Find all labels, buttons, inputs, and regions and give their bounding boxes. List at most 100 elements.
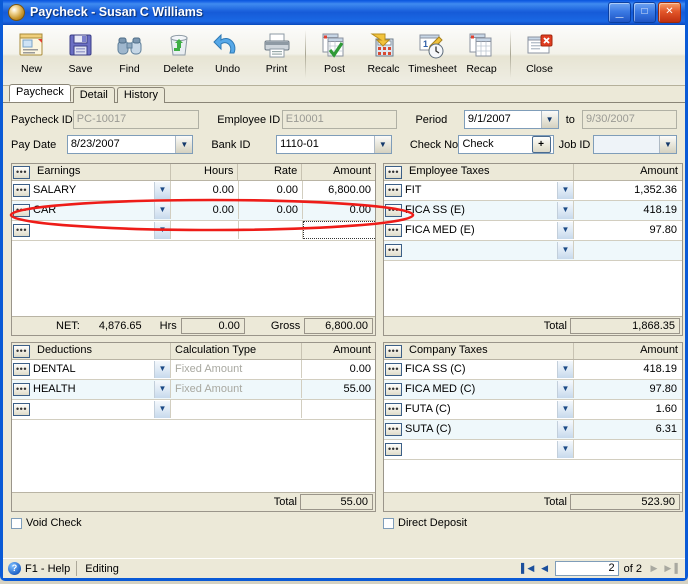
deductions-name-cell[interactable]: ••• ▼ [12,400,171,418]
toolbar-button-recap[interactable]: Recap [457,28,506,75]
toolbar-button-close[interactable]: Close [515,28,564,75]
tab-history[interactable]: History [116,87,166,103]
chevron-down-icon[interactable]: ▼ [557,181,573,199]
company-taxes-name-cell[interactable]: ••• FUTA (C) ▼ [384,400,574,418]
company-taxes-row-fica-ss[interactable]: ••• FICA SS (C) ▼ 418.19 [384,360,682,380]
chevron-down-icon[interactable]: ▼ [557,440,573,458]
company-taxes-name-cell[interactable]: ••• FICA SS (C) ▼ [384,360,574,378]
direct-deposit-checkbox[interactable] [383,517,394,529]
chevron-down-icon[interactable]: ▼ [540,111,558,128]
earnings-rate-new[interactable] [239,221,303,239]
chevron-down-icon[interactable]: ▼ [557,201,573,219]
company-taxes-amount-suta[interactable]: 6.31 [574,420,681,438]
company-taxes-row-new[interactable]: ••• ▼ [384,440,682,460]
company-taxes-amount-futa[interactable]: 1.60 [574,400,681,418]
employee-taxes-row-fica-ss[interactable]: ••• FICA SS (E) ▼ 418.19 [384,201,682,221]
employee-taxes-row-new[interactable]: ••• ▼ [384,241,682,261]
chevron-down-icon[interactable]: ▼ [557,360,573,378]
employee-taxes-row-fit[interactable]: ••• FIT ▼ 1,352.36 [384,181,682,201]
row-lookup-button[interactable]: ••• [13,203,30,217]
employee-taxes-name-cell[interactable]: ••• FIT ▼ [384,181,574,199]
toolbar-button-find[interactable]: Find [105,28,154,75]
period-from-combo[interactable]: 9/1/2007 ▼ [463,110,559,129]
company-taxes-name-cell[interactable]: ••• SUTA (C) ▼ [384,420,574,438]
earnings-row-car[interactable]: ••• CAR ▼ 0.00 0.00 0.00 [12,201,375,221]
row-lookup-button[interactable]: ••• [385,203,402,217]
row-lookup-button[interactable]: ••• [385,402,402,416]
chevron-down-icon[interactable]: ▼ [154,221,170,239]
company-taxes-row-fica-med[interactable]: ••• FICA MED (C) ▼ 97.80 [384,380,682,400]
company-taxes-amount-new[interactable] [574,440,681,458]
toolbar-button-print[interactable]: Print [252,28,301,75]
void-check-item[interactable]: Void Check [11,517,383,529]
chevron-down-icon[interactable]: ▼ [557,380,573,398]
earnings-hours-new[interactable] [171,221,239,239]
chevron-down-icon[interactable]: ▼ [557,420,573,438]
earnings-row-new[interactable]: ••• ▼ [12,221,375,241]
toolbar-button-post[interactable]: Post [310,28,359,75]
company-taxes-row-futa[interactable]: ••• FUTA (C) ▼ 1.60 [384,400,682,420]
toolbar-button-delete[interactable]: Delete [154,28,203,75]
chevron-down-icon[interactable]: ▼ [175,136,193,153]
deductions-row-new[interactable]: ••• ▼ [12,400,375,420]
company-taxes-amount-fica-ss[interactable]: 418.19 [574,360,681,378]
first-record-button[interactable]: ▌◀ [521,562,535,576]
earnings-rate-salary[interactable]: 0.00 [239,181,303,199]
row-lookup-button[interactable]: ••• [13,382,30,396]
employee-taxes-select-all-button[interactable]: ••• [385,165,402,179]
company-taxes-row-suta[interactable]: ••• SUTA (C) ▼ 6.31 [384,420,682,440]
earnings-hours-car[interactable]: 0.00 [171,201,239,219]
employee-taxes-amount-fit[interactable]: 1,352.36 [574,181,681,199]
chevron-down-icon[interactable]: ▼ [557,221,573,239]
row-lookup-button[interactable]: ••• [13,362,30,376]
employee-taxes-name-cell[interactable]: ••• FICA SS (E) ▼ [384,201,574,219]
bank-id-combo[interactable]: 1110-01 ▼ [276,135,392,154]
record-number-input[interactable]: 2 [554,561,619,576]
earnings-name-cell[interactable]: ••• SALARY ▼ [12,181,171,199]
row-lookup-button[interactable]: ••• [385,183,402,197]
toolbar-button-timesheet[interactable]: 1 Timesheet [408,28,457,75]
direct-deposit-item[interactable]: Direct Deposit [383,517,467,529]
earnings-row-salary[interactable]: ••• SALARY ▼ 0.00 0.00 6,800.00 [12,181,375,201]
deductions-name-cell[interactable]: ••• DENTAL ▼ [12,360,171,378]
pay-date-combo[interactable]: 8/23/2007 ▼ [66,135,194,154]
company-taxes-amount-fica-med[interactable]: 97.80 [574,380,681,398]
company-taxes-select-all-button[interactable]: ••• [385,344,402,358]
minimize-button[interactable]: _ [608,1,631,23]
deductions-amount-dental[interactable]: 0.00 [302,360,375,378]
chevron-down-icon[interactable]: ▼ [373,136,391,153]
earnings-hours-salary[interactable]: 0.00 [171,181,239,199]
toolbar-button-new[interactable]: New [7,28,56,75]
employee-taxes-name-cell[interactable]: ••• ▼ [384,241,574,259]
check-no-field[interactable]: Check + [458,135,554,154]
chevron-down-icon[interactable]: ▼ [154,380,170,398]
row-lookup-button[interactable]: ••• [385,382,402,396]
employee-taxes-amount-fica-med[interactable]: 97.80 [574,221,681,239]
chevron-down-icon[interactable]: ▼ [154,400,170,418]
row-lookup-button[interactable]: ••• [385,243,402,257]
row-lookup-button[interactable]: ••• [385,362,402,376]
earnings-amount-car[interactable]: 0.00 [303,201,375,219]
maximize-button[interactable]: □ [633,1,656,23]
help-button[interactable]: ? F1 - Help [6,561,78,576]
row-lookup-button[interactable]: ••• [13,402,30,416]
earnings-name-cell[interactable]: ••• CAR ▼ [12,201,171,219]
job-id-combo[interactable]: ▼ [592,135,677,154]
previous-record-button[interactable]: ◀ [538,562,552,576]
plus-icon[interactable]: + [531,136,551,153]
earnings-amount-salary[interactable]: 6,800.00 [303,181,375,199]
chevron-down-icon[interactable]: ▼ [557,400,573,418]
company-taxes-name-cell[interactable]: ••• ▼ [384,440,574,458]
company-taxes-name-cell[interactable]: ••• FICA MED (C) ▼ [384,380,574,398]
row-lookup-button[interactable]: ••• [13,183,30,197]
row-lookup-button[interactable]: ••• [385,442,402,456]
earnings-amount-new[interactable] [303,221,375,239]
chevron-down-icon[interactable]: ▼ [154,360,170,378]
tab-paycheck[interactable]: Paycheck [9,84,71,102]
row-lookup-button[interactable]: ••• [385,422,402,436]
earnings-rate-car[interactable]: 0.00 [239,201,303,219]
employee-taxes-amount-fica-ss[interactable]: 418.19 [574,201,681,219]
row-lookup-button[interactable]: ••• [385,223,402,237]
chevron-down-icon[interactable]: ▼ [154,201,170,219]
deductions-name-cell[interactable]: ••• HEALTH ▼ [12,380,171,398]
